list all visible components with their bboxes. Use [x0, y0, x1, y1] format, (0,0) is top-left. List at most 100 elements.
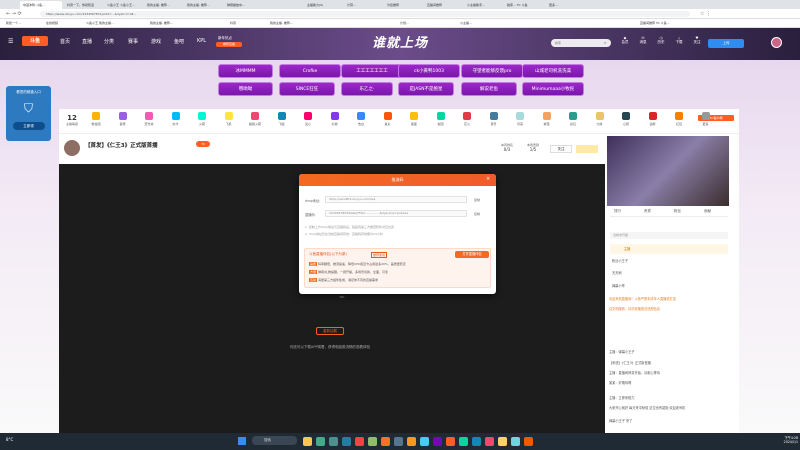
gift-item[interactable]: 办卡	[166, 112, 186, 126]
streamer-pill[interactable]: ck小黄鸭1003	[398, 64, 460, 78]
gift-item[interactable]: 音符	[484, 112, 504, 126]
bookmark-item[interactable]: 新建一个...	[6, 21, 21, 25]
browser-tab[interactable]: 计算...	[344, 1, 382, 9]
gift-item[interactable]: 礼物	[325, 112, 345, 126]
gift-item[interactable]: 钻粉	[643, 112, 663, 126]
stream-key-field[interactable]: 12345678/f2dG0kjTFSm...............&dysc…	[325, 210, 467, 217]
gift-item[interactable]: 飞船	[272, 112, 292, 126]
gift-item[interactable]: 更多	[696, 112, 716, 126]
gift-item[interactable]: 粉丝团	[86, 112, 106, 126]
reload-button[interactable]: 重新加载	[316, 327, 344, 335]
copy-rtmp-button[interactable]: 复制	[474, 198, 480, 202]
weather-widget[interactable]: 8°C	[6, 437, 13, 442]
url-input[interactable]: https://www.douyu.com/12345678?dyshid=..…	[40, 11, 690, 17]
browser-tab[interactable]: 弹幕播放中...	[224, 1, 262, 9]
gift-item[interactable]: 贵宾	[113, 112, 133, 126]
nav-home[interactable]: 首页	[60, 38, 70, 45]
app-icon[interactable]	[511, 437, 520, 446]
gift-item[interactable]: 月亮	[510, 112, 530, 126]
nav-promo-badge[interactable]: 推荐直播	[216, 42, 242, 47]
streamer-pill[interactable]: 山城老司机洗洗澡	[522, 64, 584, 78]
streamer-pill[interactable]: SINCE狂狂	[279, 82, 335, 96]
gift-item[interactable]: 飞机	[219, 112, 239, 126]
app-icon[interactable]	[342, 437, 351, 446]
app-icon[interactable]	[459, 437, 468, 446]
app-icon[interactable]	[316, 437, 325, 446]
follow-icon[interactable]: ♥ 关注	[690, 36, 704, 45]
gift-item[interactable]: 紫薇	[537, 112, 557, 126]
browser-tab[interactable]: 主播助力(0)	[304, 1, 342, 9]
app-icon[interactable]	[433, 437, 442, 446]
open-companion-button[interactable]: 打开直播伴侣	[455, 251, 489, 258]
gift-item[interactable]: 心愿	[616, 112, 636, 126]
browser-tab[interactable]: 斗鱼小王 斗鱼小王...	[104, 1, 142, 9]
taskbar-clock[interactable]: 下午4:28 2024/1/1	[770, 435, 798, 444]
bookmark-item[interactable]: 抖音	[230, 21, 236, 25]
app-icon[interactable]	[472, 437, 481, 446]
gift-item[interactable]: 花火	[457, 112, 477, 126]
streamer-pill[interactable]: 解说老鱼	[461, 82, 517, 96]
rank-row[interactable]: 弹幕小哥	[612, 283, 625, 288]
streamer-pill[interactable]: 冰MMMM	[218, 64, 273, 78]
streamer-avatar[interactable]	[64, 140, 80, 156]
browser-tab[interactable]: 为您推荐	[384, 1, 422, 9]
nav-promo-title[interactable]: 新年热点	[218, 36, 232, 41]
app-icon[interactable]	[394, 437, 403, 446]
gift-item[interactable]: 爱心	[298, 112, 318, 126]
promo-button[interactable]: 立即领	[12, 122, 45, 130]
streamer-pill[interactable]: Minimumaaa小牧民	[522, 82, 584, 96]
bookmark-item[interactable]: 斗鱼小王 我的主播...	[86, 21, 114, 25]
browser-tab[interactable]: 独家... TC 斗鱼	[504, 1, 544, 9]
gift-item[interactable]: 告白	[351, 112, 371, 126]
streamer-pill[interactable]: 哦呦呦	[218, 82, 273, 96]
bookmark-item[interactable]: 计划...	[400, 21, 409, 25]
browser-tab[interactable]: 更多...	[546, 1, 586, 9]
fan-level[interactable]: 12 主播等级	[62, 114, 82, 126]
app-icon[interactable]	[485, 437, 494, 446]
bookmark-item[interactable]: 我的主播, 推荐...	[270, 21, 293, 25]
bookmark-item[interactable]: 直播间推荐 TC 斗鱼...	[640, 21, 670, 25]
gift-item[interactable]: 大航	[590, 112, 610, 126]
browser-menu-icon[interactable]: ☆ ⋮	[700, 11, 711, 17]
upload-button[interactable]: 上传	[708, 39, 744, 48]
gift-item[interactable]: 超级火箭	[245, 112, 265, 126]
vip-icon[interactable]: ◆ 会员	[618, 36, 632, 45]
nav-events[interactable]: 赛事	[128, 38, 138, 45]
browser-tab-active[interactable]: 夺冠冲刺-斗鱼...	[20, 1, 62, 9]
nav-category[interactable]: 分类	[104, 38, 114, 45]
browser-tab[interactable]: 直播间推荐	[424, 1, 462, 9]
app-icon[interactable]	[303, 437, 312, 446]
site-logo[interactable]: 斗鱼	[22, 36, 48, 46]
rank-row[interactable]: 粉丝小王子	[612, 258, 628, 263]
search-input[interactable]: 搜索	[551, 39, 611, 47]
gift-item[interactable]: 火箭	[192, 112, 212, 126]
room-tag[interactable]: TC	[196, 141, 210, 147]
close-icon[interactable]: ×	[486, 176, 490, 182]
start-icon[interactable]	[238, 437, 246, 445]
rank-row[interactable]: 主播	[610, 244, 728, 254]
side-promo[interactable]: 当前未开播	[610, 232, 728, 239]
download-icon[interactable]: ⤓ 下载	[672, 36, 686, 45]
side-preview[interactable]	[607, 136, 729, 206]
gift-item[interactable]: 红包	[669, 112, 689, 126]
copy-key-button[interactable]: 复制	[474, 212, 480, 216]
app-icon[interactable]	[368, 437, 377, 446]
app-icon[interactable]	[355, 437, 364, 446]
streamer-pill[interactable]: Crofke	[279, 64, 341, 78]
side-tab[interactable]: 粉丝	[674, 209, 681, 214]
side-tab[interactable]: 贵宾	[644, 209, 651, 214]
bookmark-item[interactable]: 小主播...	[460, 21, 472, 25]
app-icon[interactable]	[524, 437, 533, 446]
browser-tab[interactable]: 我的主播, 推荐...	[144, 1, 182, 9]
rank-row[interactable]: 天天刷	[612, 270, 622, 275]
app-icon[interactable]	[407, 437, 416, 446]
nav-live[interactable]: 直播	[82, 38, 92, 45]
gift-item[interactable]: 荧光棒	[139, 112, 159, 126]
browser-tab[interactable]: 抖音一下，你就知道	[64, 1, 102, 9]
taskbar-search[interactable]: 搜索	[252, 436, 297, 445]
back-forward-icon[interactable]: ← → ⟳	[6, 11, 22, 17]
app-icon[interactable]	[381, 437, 390, 446]
gift-item[interactable]: 星星	[404, 112, 424, 126]
nav-fishbar[interactable]: 鱼吧	[174, 38, 184, 45]
follow-button[interactable]: 关注	[550, 145, 572, 153]
